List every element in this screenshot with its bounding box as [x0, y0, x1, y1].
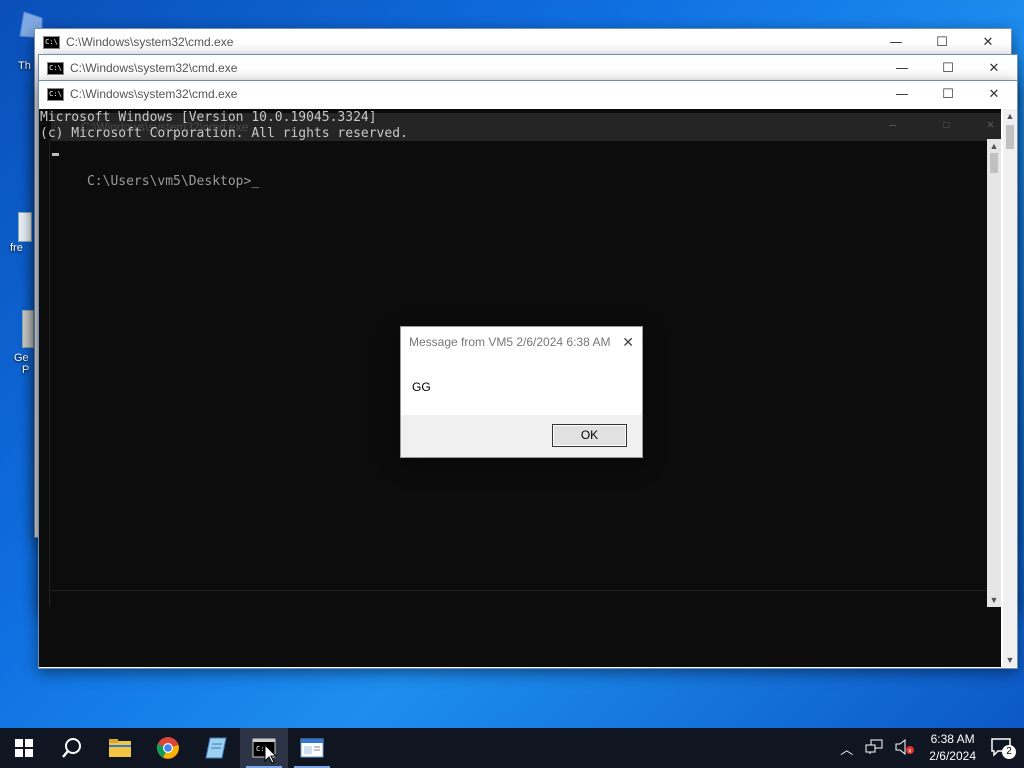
title-bar[interactable]: C:\ C:\Windows\system32\cmd.exe — ☐ ✕ — [39, 55, 1017, 81]
window-title: C:\Windows\system32\cmd.exe — [66, 35, 234, 49]
ghost-minimize-icon: — — [889, 118, 897, 132]
dialog-title: Message from VM5 2/6/2024 6:38 AM — [409, 335, 611, 349]
chrome-icon — [156, 737, 179, 759]
ok-button[interactable]: OK — [552, 424, 627, 447]
app-icon — [22, 310, 34, 348]
ghost-maximize-icon: ☐ — [943, 117, 951, 131]
clock-date: 2/6/2024 — [929, 749, 976, 763]
window-app-icon — [300, 738, 324, 758]
minimize-button[interactable]: — — [873, 29, 919, 55]
console-line: (c) Microsoft Corporation. All rights re… — [40, 126, 408, 141]
console-cursor-mark — [52, 153, 59, 156]
window-title: C:\Windows\system32\cmd.exe — [70, 61, 238, 75]
scroll-thumb[interactable] — [1006, 125, 1014, 149]
file-icon — [18, 212, 32, 242]
ghost-window-border — [49, 590, 999, 591]
search-button[interactable] — [48, 728, 96, 768]
mouse-cursor-icon — [264, 744, 278, 764]
ghost-scroll-thumb — [990, 153, 998, 173]
svg-text:x: x — [908, 747, 912, 754]
scroll-down-icon[interactable]: ▼ — [1003, 655, 1017, 665]
windows-start-icon — [15, 739, 33, 757]
ghost-scroll-down-icon: ▼ — [989, 595, 999, 605]
taskbar-file-explorer[interactable] — [96, 728, 144, 768]
folder-icon — [109, 739, 131, 757]
close-button[interactable]: ✕ — [971, 55, 1017, 81]
message-dialog[interactable]: Message from VM5 2/6/2024 6:38 AM ✕ GG O… — [400, 326, 643, 458]
prompt-text: C:\Users\vm5\Desktop> — [86, 174, 252, 189]
taskbar-cmd[interactable]: C:\ — [240, 728, 288, 768]
desktop-icon-3[interactable]: Ge P — [10, 310, 34, 376]
ghost-scroll-up-icon: ▲ — [989, 141, 999, 151]
dialog-close-icon[interactable]: ✕ — [622, 327, 634, 357]
title-bar[interactable]: C:\ C:\Windows\system32\cmd.exe — ☐ ✕ — [35, 29, 1011, 55]
ghost-scrollbar: ▲ ▼ — [987, 139, 1001, 607]
taskbar-remote-app[interactable] — [288, 728, 336, 768]
window-title: C:\Windows\system32\cmd.exe — [70, 87, 238, 101]
taskbar-clock[interactable]: 6:38 AM 2/6/2024 — [929, 731, 976, 765]
scroll-up-icon[interactable]: ▲ — [1003, 111, 1017, 121]
minimize-button[interactable]: — — [879, 81, 925, 107]
search-icon — [62, 738, 81, 758]
taskbar-chrome[interactable] — [144, 728, 192, 768]
notification-center-icon[interactable]: 2 — [990, 737, 1016, 760]
cmd-icon: C:\ — [47, 61, 64, 75]
close-button[interactable]: ✕ — [971, 81, 1017, 107]
desktop-icon-label: fre — [10, 242, 23, 254]
dialog-body: GG — [401, 357, 642, 415]
dialog-message: GG — [412, 380, 431, 394]
ghost-window-border — [49, 139, 50, 607]
ghost-close-icon: ✕ — [987, 117, 995, 131]
show-hidden-icons-chevron-icon[interactable]: ︿ — [840, 739, 853, 758]
text-cursor: _ — [251, 174, 260, 189]
volume-muted-icon[interactable]: x — [895, 738, 915, 758]
minimize-button[interactable]: — — [879, 55, 925, 81]
start-button[interactable] — [0, 728, 48, 768]
maximize-button[interactable]: ☐ — [925, 55, 971, 81]
close-button[interactable]: ✕ — [965, 29, 1011, 55]
desktop-icon-label: P — [22, 364, 30, 376]
cmd-icon: C:\ — [43, 35, 60, 49]
desktop-icon-label: Th — [18, 60, 31, 72]
cmd-icon: C:\ — [47, 87, 64, 101]
console-prompt: C:\Users\vm5\Desktop>_ — [40, 158, 259, 206]
system-tray: ︿ x 6:38 AM 2/6/2024 2 — [834, 728, 1024, 768]
network-icon[interactable] — [865, 739, 883, 758]
notification-count-badge: 2 — [1002, 744, 1016, 759]
taskbar-notepad[interactable] — [192, 728, 240, 768]
console-line: Microsoft Windows [Version 10.0.19045.33… — [40, 110, 377, 125]
desktop-icon-2[interactable]: fre — [10, 212, 32, 254]
desktop-icon-label: Ge — [14, 352, 29, 364]
maximize-button[interactable]: ☐ — [925, 81, 971, 107]
taskbar: C:\ ︿ x 6:38 AM 2/6/2024 2 — [0, 728, 1024, 768]
title-bar[interactable]: C:\ C:\Windows\system32\cmd.exe — ☐ ✕ — [39, 81, 1017, 107]
notepad-icon — [205, 737, 227, 759]
vertical-scrollbar[interactable]: ▲ ▼ — [1003, 109, 1017, 667]
clock-time: 6:38 AM — [930, 732, 975, 746]
maximize-button[interactable]: ☐ — [919, 29, 965, 55]
dialog-title-bar[interactable]: Message from VM5 2/6/2024 6:38 AM ✕ — [401, 327, 642, 357]
